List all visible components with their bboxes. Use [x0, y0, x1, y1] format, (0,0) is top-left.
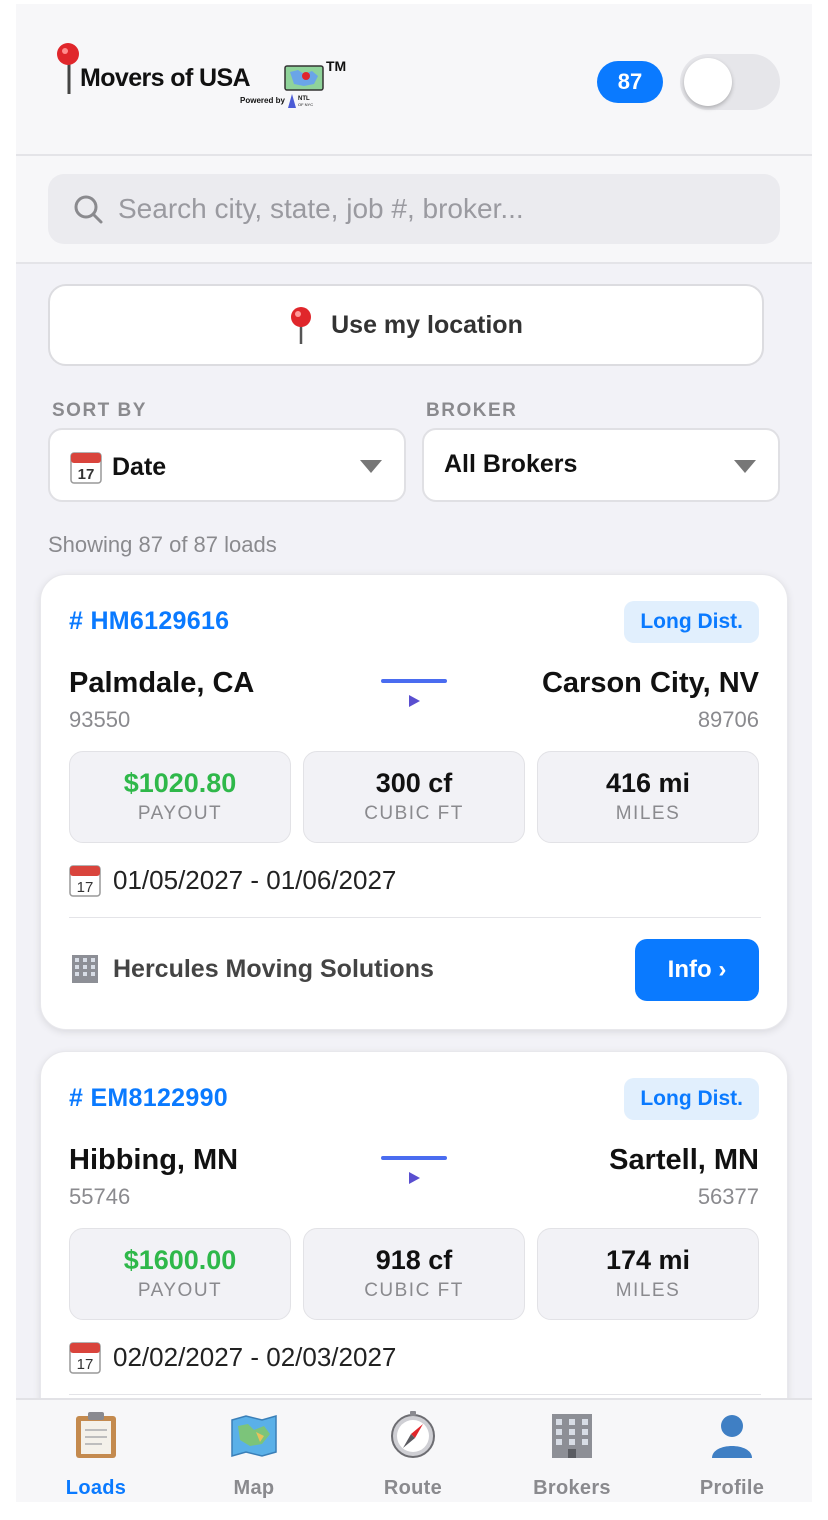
use-my-location-button[interactable]: Use my location: [48, 284, 764, 366]
office-building-icon: [552, 1414, 592, 1458]
info-button[interactable]: Info ›: [635, 939, 759, 1001]
broker-select[interactable]: All Brokers: [422, 428, 780, 502]
load-count-badge: 87: [597, 61, 663, 103]
job-number: # HM6129616: [69, 607, 230, 635]
results-count-text: Showing 87 of 87 loads: [48, 532, 277, 557]
clipboard-icon: [76, 1412, 116, 1458]
miles-stat: 174 mi MILES: [537, 1228, 759, 1320]
payout-value: $1600.00: [123, 1245, 237, 1275]
bottom-tab-bar: Loads Map Route Brokers Profile: [16, 1398, 812, 1502]
origin-city: Hibbing, MN: [69, 1144, 239, 1176]
destination-zip: 89706: [697, 707, 759, 732]
sort-by-value-text: Date: [112, 452, 167, 481]
distance-type-badge: Long Dist.: [624, 1078, 759, 1120]
route-line: [381, 1156, 447, 1160]
search-input[interactable]: [118, 186, 758, 232]
tab-brokers-label: Brokers: [533, 1477, 611, 1499]
chevron-down-icon: [360, 460, 382, 473]
svg-text:17: 17: [77, 1356, 94, 1373]
usa-map-icon: [284, 65, 324, 91]
distance-type-badge: Long Dist.: [624, 601, 759, 643]
availability-toggle[interactable]: [680, 54, 780, 110]
payout-label: PAYOUT: [137, 803, 223, 824]
cubic-feet-value: 918 cf: [375, 1245, 453, 1275]
ntl-logo-icon: NTL OF NYC: [288, 94, 313, 108]
search-bar-container: [16, 156, 812, 264]
tab-route-label: Route: [383, 1477, 443, 1499]
job-number: # EM8122990: [69, 1084, 228, 1112]
person-silhouette-icon: [712, 1415, 752, 1458]
payout-stat: $1020.80 PAYOUT: [69, 751, 291, 843]
tab-map[interactable]: Map: [194, 1410, 314, 1500]
card-divider: [69, 1394, 761, 1395]
payout-label: PAYOUT: [137, 1280, 223, 1301]
office-building-icon: [72, 955, 98, 983]
miles-stat: 416 mi MILES: [537, 751, 759, 843]
load-dates-text: 02/02/2027 - 02/03/2027: [113, 1341, 397, 1372]
cubic-feet-label: CUBIC FT: [364, 803, 464, 824]
app-header: Movers of USA TM Powered by NTL OF NYC 8…: [16, 4, 812, 156]
broker-name-text: Hercules Moving Solutions: [113, 954, 434, 983]
load-dates-text: 01/05/2027 - 01/06/2027: [113, 864, 397, 895]
route-arrow-icon: [409, 695, 420, 707]
load-dates: 17 01/05/2027 - 01/06/2027: [69, 863, 396, 897]
search-icon: [74, 195, 103, 224]
card-divider: [69, 917, 761, 918]
origin-zip: 55746: [69, 1184, 131, 1209]
tab-profile[interactable]: Profile: [672, 1410, 792, 1500]
tab-map-label: Map: [233, 1477, 275, 1499]
calendar-icon: 17: [69, 1342, 101, 1374]
trademark-symbol: TM: [326, 58, 347, 74]
calendar-icon: 17: [70, 452, 102, 484]
broker-value: All Brokers: [444, 450, 577, 479]
broker-filter-label: BROKER: [426, 400, 518, 421]
payout-stat: $1600.00 PAYOUT: [69, 1228, 291, 1320]
sort-by-value: 17 Date: [70, 450, 166, 484]
compass-icon: [391, 1411, 435, 1458]
svg-text:17: 17: [77, 879, 94, 896]
load-dates: 17 02/02/2027 - 02/03/2027: [69, 1340, 396, 1374]
broker-name: Hercules Moving Solutions: [69, 953, 434, 985]
payout-value: $1020.80: [123, 768, 237, 798]
miles-value: 174 mi: [605, 1245, 691, 1275]
tab-profile-label: Profile: [699, 1477, 765, 1499]
chevron-down-icon: [734, 460, 756, 473]
svg-text:17: 17: [78, 466, 95, 483]
sort-by-select[interactable]: 17 Date: [48, 428, 406, 502]
toggle-knob: [684, 58, 732, 106]
miles-label: MILES: [615, 1280, 681, 1301]
route-arrow-icon: [409, 1172, 420, 1184]
calendar-icon: 17: [69, 865, 101, 897]
tab-route[interactable]: Route: [353, 1410, 473, 1500]
cubic-feet-stat: 300 cf CUBIC FT: [303, 751, 525, 843]
app-screen: Movers of USA TM Powered by NTL OF NYC 8…: [16, 4, 812, 1502]
tab-brokers[interactable]: Brokers: [512, 1410, 632, 1500]
broker-value-text: All Brokers: [444, 450, 578, 478]
round-pushpin-icon: [291, 307, 312, 344]
tab-loads[interactable]: Loads: [36, 1410, 156, 1500]
cubic-feet-label: CUBIC FT: [364, 1280, 464, 1301]
miles-label: MILES: [615, 803, 681, 824]
brand-logo: Movers of USA TM Powered by NTL OF NYC: [54, 42, 354, 122]
destination-city: Carson City, NV: [541, 667, 759, 699]
cubic-feet-stat: 918 cf CUBIC FT: [303, 1228, 525, 1320]
miles-value: 416 mi: [605, 768, 691, 798]
route-line: [381, 679, 447, 683]
cubic-feet-value: 300 cf: [375, 768, 453, 798]
powered-by-text: Powered by: [240, 96, 285, 105]
search-box[interactable]: [48, 174, 780, 244]
svg-text:OF NYC: OF NYC: [298, 102, 313, 107]
origin-city: Palmdale, CA: [69, 667, 255, 699]
destination-zip: 56377: [697, 1184, 759, 1209]
origin-zip: 93550: [69, 707, 131, 732]
map-icon: [231, 1415, 277, 1457]
use-my-location-label: Use my location: [331, 310, 523, 339]
load-card: # HM6129616 Long Dist. Palmdale, CA 9355…: [40, 574, 788, 1030]
brand-name: Movers of USA: [80, 64, 251, 92]
tab-loads-label: Loads: [65, 1477, 127, 1499]
destination-city: Sartell, MN: [609, 1144, 759, 1176]
sort-by-label: SORT BY: [52, 400, 147, 421]
